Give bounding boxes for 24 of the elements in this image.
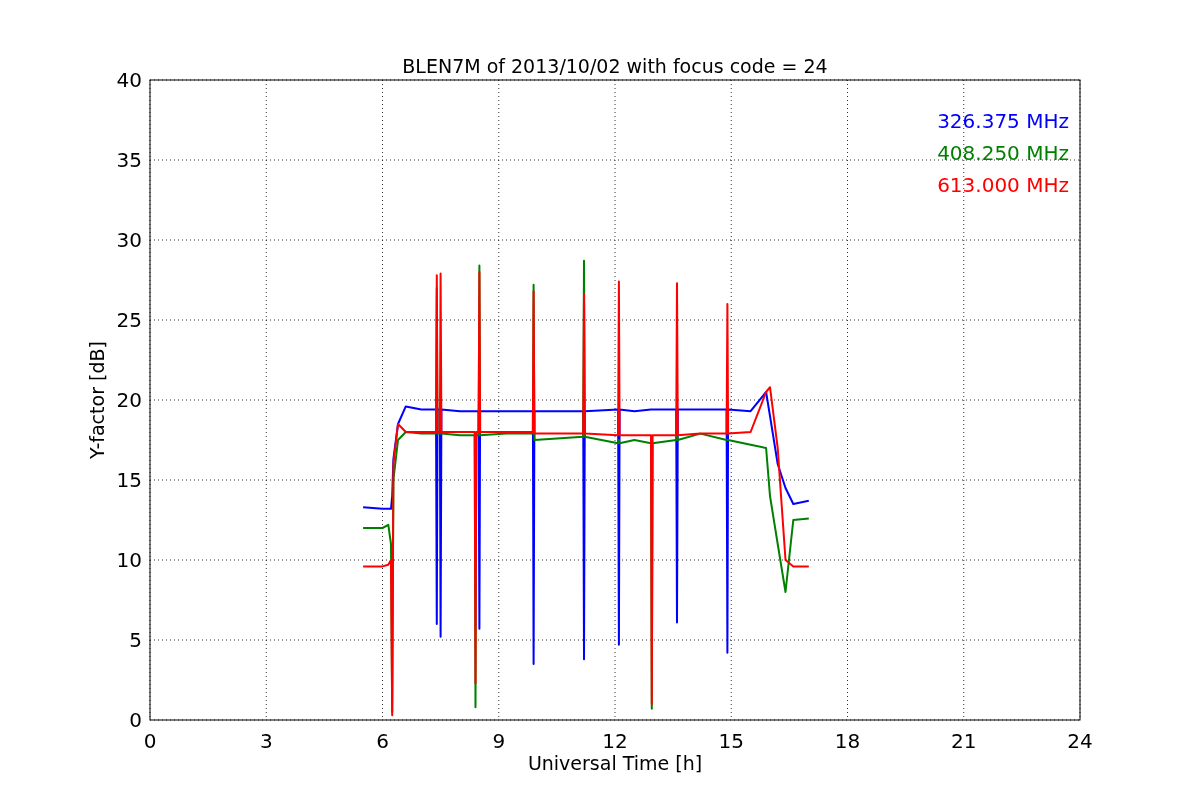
y-tick-label: 15 xyxy=(116,468,142,492)
x-tick-label: 6 xyxy=(376,729,389,753)
y-tick-label: 40 xyxy=(116,68,142,92)
x-tick-label: 21 xyxy=(951,729,977,753)
x-tick-label: 18 xyxy=(834,729,861,753)
x-axis-label: Universal Time [h] xyxy=(527,752,703,774)
x-tick-label: 3 xyxy=(259,729,273,753)
y-axis-label: Y-factor [dB] xyxy=(86,341,108,459)
x-tick-label: 9 xyxy=(492,729,506,753)
y-tick-label: 10 xyxy=(116,548,142,572)
legend-label: 408.250 MHz xyxy=(937,141,1069,165)
x-tick-label: 0 xyxy=(143,729,157,753)
legend-label: 613.000 MHz xyxy=(937,173,1069,197)
chart-title: BLEN7M of 2013/10/02 with focus code = 24 xyxy=(402,55,828,77)
y-tick-label: 20 xyxy=(116,388,142,412)
y-tick-label: 35 xyxy=(116,148,142,172)
y-tick-label: 25 xyxy=(116,308,142,332)
y-tick-label: 30 xyxy=(116,228,142,252)
y-tick-label: 0 xyxy=(129,708,142,732)
x-tick-label: 24 xyxy=(1067,729,1093,753)
x-tick-label: 15 xyxy=(718,729,744,753)
legend-label: 326.375 MHz xyxy=(937,109,1069,133)
x-tick-label: 12 xyxy=(602,729,628,753)
y-tick-label: 5 xyxy=(129,628,142,652)
